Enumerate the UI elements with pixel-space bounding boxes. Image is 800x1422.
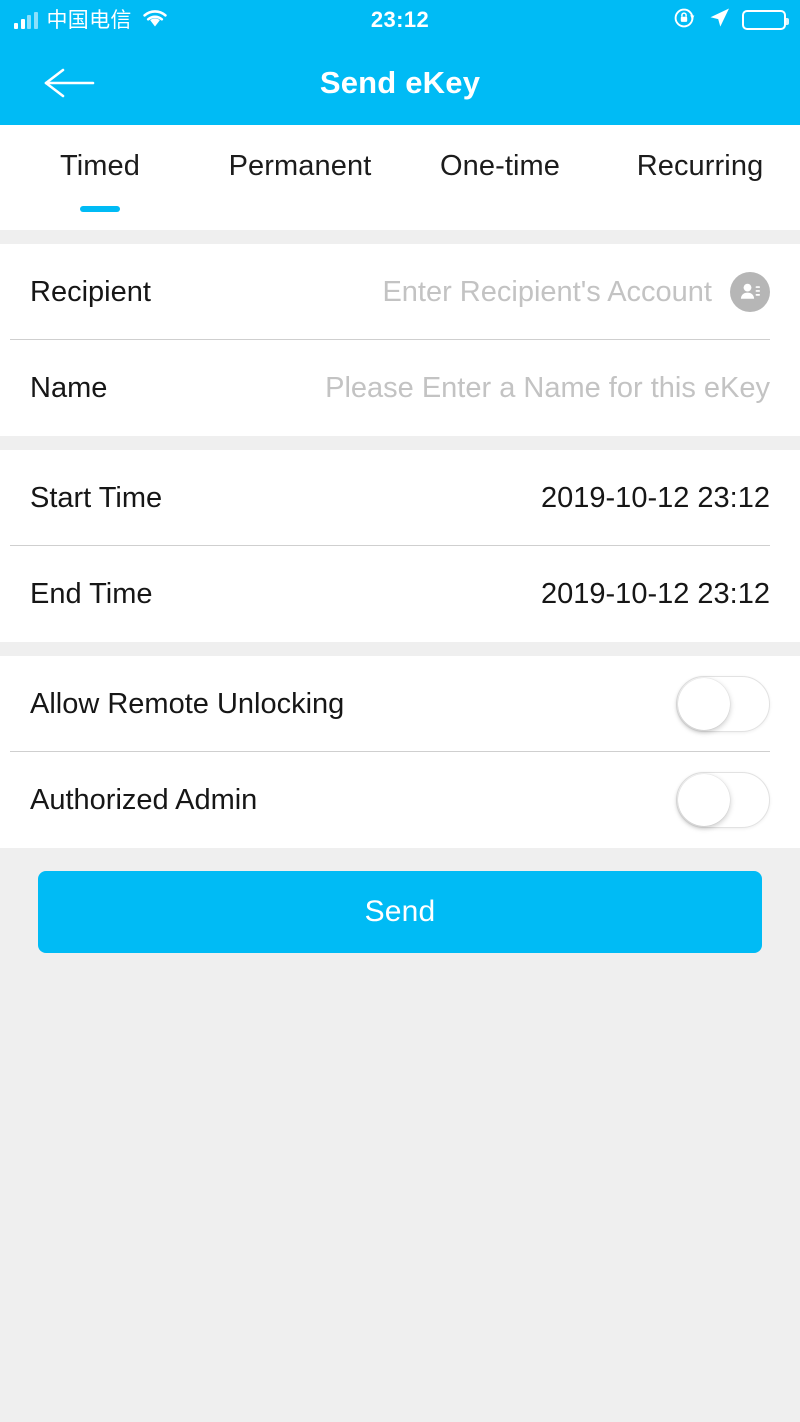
tab-label: Recurring	[636, 150, 764, 182]
section-gap	[0, 436, 800, 450]
time-section: Start Time 2019-10-12 23:12 End Time 201…	[0, 450, 800, 642]
tab-permanent[interactable]: Permanent	[200, 125, 400, 230]
tab-bar: Timed Permanent One-time Recurring	[0, 125, 800, 230]
battery-icon	[742, 10, 789, 30]
active-tab-indicator	[80, 206, 120, 212]
active-tab-indicator	[480, 206, 520, 212]
app-root: 中国电信 23:12 Send eKey Timed Permanent One…	[0, 0, 800, 1422]
active-tab-indicator	[680, 206, 720, 212]
tab-label: Permanent	[228, 150, 372, 182]
name-input[interactable]: Please Enter a Name for this eKey	[325, 372, 770, 405]
send-button-container: Send	[0, 848, 800, 953]
section-gap	[0, 230, 800, 244]
start-time-label: Start Time	[30, 481, 163, 514]
authorized-admin-toggle[interactable]	[676, 772, 770, 828]
tab-label: Timed	[60, 150, 140, 182]
name-row[interactable]: Name Please Enter a Name for this eKey	[0, 340, 800, 436]
recipient-input[interactable]: Enter Recipient's Account	[382, 276, 712, 309]
allow-remote-unlocking-row: Allow Remote Unlocking	[0, 656, 800, 752]
allow-remote-unlocking-label: Allow Remote Unlocking	[30, 687, 345, 720]
section-gap	[0, 642, 800, 656]
name-row-right: Please Enter a Name for this eKey	[325, 372, 770, 405]
back-arrow-icon	[44, 68, 95, 97]
authorized-admin-label: Authorized Admin	[30, 783, 258, 816]
carrier-label: 中国电信	[46, 7, 132, 32]
status-bar-right	[673, 6, 789, 35]
end-time-row-right: 2019-10-12 23:12	[541, 578, 770, 611]
end-time-label: End Time	[30, 577, 153, 610]
end-time-row[interactable]: End Time 2019-10-12 23:12	[0, 546, 800, 642]
toggle-knob	[678, 774, 730, 826]
recipient-section: Recipient Enter Recipient's Account Name…	[0, 244, 800, 436]
authorized-admin-row: Authorized Admin	[0, 752, 800, 848]
send-button[interactable]: Send	[38, 871, 762, 953]
recipient-row[interactable]: Recipient Enter Recipient's Account	[0, 244, 800, 340]
status-bar-left: 中国电信	[14, 7, 169, 33]
tab-one-time[interactable]: One-time	[400, 125, 600, 230]
page-title: Send eKey	[319, 64, 481, 100]
name-label: Name	[30, 371, 108, 404]
tab-label: One-time	[439, 150, 561, 182]
options-section: Allow Remote Unlocking Authorized Admin	[0, 656, 800, 848]
allow-remote-unlocking-row-right	[676, 676, 770, 732]
active-tab-indicator	[280, 206, 320, 212]
start-time-row[interactable]: Start Time 2019-10-12 23:12	[0, 450, 800, 546]
toggle-knob	[678, 678, 730, 730]
recipient-row-right: Enter Recipient's Account	[382, 272, 770, 312]
status-bar: 中国电信 23:12	[0, 0, 800, 40]
wifi-icon	[141, 7, 169, 33]
allow-remote-unlocking-toggle[interactable]	[676, 676, 770, 732]
nav-bar: Send eKey	[0, 40, 800, 125]
recipient-label: Recipient	[30, 275, 151, 308]
end-time-value[interactable]: 2019-10-12 23:12	[541, 578, 770, 611]
tab-timed[interactable]: Timed	[0, 125, 200, 230]
rotation-lock-icon	[673, 6, 697, 35]
tab-recurring[interactable]: Recurring	[600, 125, 800, 230]
start-time-value[interactable]: 2019-10-12 23:12	[541, 482, 770, 515]
location-arrow-icon	[708, 6, 731, 34]
contact-person-icon[interactable]	[730, 272, 770, 312]
signal-bars-icon	[14, 11, 38, 29]
back-button[interactable]	[38, 60, 100, 106]
start-time-row-right: 2019-10-12 23:12	[541, 482, 770, 515]
authorized-admin-row-right	[676, 772, 770, 828]
